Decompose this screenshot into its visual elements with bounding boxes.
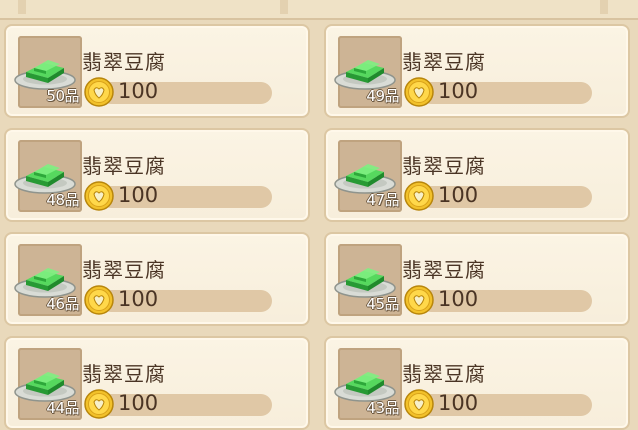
jade-tofu-dish-icon [334,268,396,298]
item-grade-label: 43品 [366,399,399,417]
item-grade-label: 45品 [366,295,399,313]
gold-coin-icon [84,285,114,315]
item-grade-label: 50品 [46,87,79,105]
item-name: 翡翠豆腐 [82,50,166,74]
item-grade-label: 44品 [46,399,79,417]
item-price: 100 [118,183,159,207]
gold-coin-icon [84,77,114,107]
item-name: 翡翠豆腐 [402,50,486,74]
item-grade-label: 47品 [366,191,399,209]
item-price: 100 [118,287,159,311]
jade-tofu-dish-icon [334,164,396,194]
shop-item-card[interactable]: 49品 翡翠豆腐 100 [324,24,630,118]
gold-coin-icon [404,389,434,419]
item-thumbnail: 44品 [14,348,82,420]
item-name: 翡翠豆腐 [82,154,166,178]
item-price: 100 [118,391,159,415]
shop-item-card[interactable]: 43品 翡翠豆腐 100 [324,336,630,430]
item-grade-label: 48品 [46,191,79,209]
item-thumbnail: 47品 [334,140,402,212]
item-name: 翡翠豆腐 [82,258,166,282]
item-price: 100 [438,79,479,103]
item-name: 翡翠豆腐 [402,362,486,386]
item-name: 翡翠豆腐 [82,362,166,386]
jade-tofu-dish-icon [334,60,396,90]
jade-tofu-dish-icon [334,372,396,402]
item-price: 100 [118,79,159,103]
gold-coin-icon [404,181,434,211]
item-thumbnail: 50品 [14,36,82,108]
shop-item-card[interactable]: 45品 翡翠豆腐 100 [324,232,630,326]
item-price: 100 [438,391,479,415]
gold-coin-icon [404,77,434,107]
item-grade-label: 49品 [366,87,399,105]
item-thumbnail: 43品 [334,348,402,420]
shop-item-card[interactable]: 46品 翡翠豆腐 100 [4,232,310,326]
item-price: 100 [438,287,479,311]
item-price: 100 [438,183,479,207]
gold-coin-icon [404,285,434,315]
shop-item-card[interactable]: 47品 翡翠豆腐 100 [324,128,630,222]
item-thumbnail: 46品 [14,244,82,316]
item-thumbnail: 48品 [14,140,82,212]
item-thumbnail: 45品 [334,244,402,316]
shop-item-card[interactable]: 48品 翡翠豆腐 100 [4,128,310,222]
jade-tofu-dish-icon [14,268,76,298]
shop-item-card[interactable]: 44品 翡翠豆腐 100 [4,336,310,430]
gold-coin-icon [84,389,114,419]
jade-tofu-dish-icon [14,60,76,90]
item-grade-label: 46品 [46,295,79,313]
item-name: 翡翠豆腐 [402,154,486,178]
gold-coin-icon [84,181,114,211]
item-thumbnail: 49品 [334,36,402,108]
shop-item-grid: 50品 翡翠豆腐 100 49品 翡翠豆腐 100 48品 翡翠豆腐 100 4… [0,0,638,430]
shop-item-card[interactable]: 50品 翡翠豆腐 100 [4,24,310,118]
jade-tofu-dish-icon [14,164,76,194]
jade-tofu-dish-icon [14,372,76,402]
item-name: 翡翠豆腐 [402,258,486,282]
